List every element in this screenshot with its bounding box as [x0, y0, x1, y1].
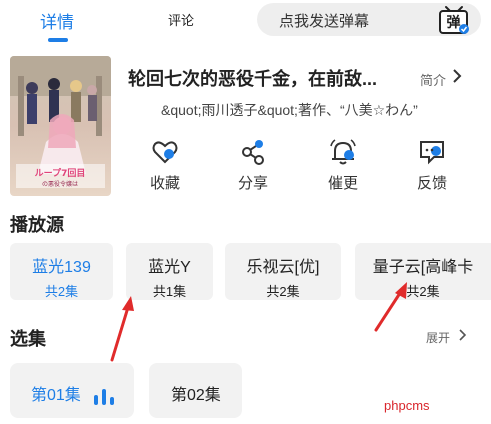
episodes-section-title: 选集 — [10, 329, 46, 349]
expand-link[interactable]: 展开 — [426, 329, 450, 346]
chevron-right-icon[interactable] — [451, 68, 463, 84]
favorite-label: 收藏 — [149, 175, 180, 192]
feedback-label: 反馈 — [416, 175, 447, 192]
feedback-button[interactable]: 反馈 — [402, 138, 462, 193]
source-count: 共1集 — [152, 284, 187, 299]
source-section-title: 播放源 — [10, 215, 64, 235]
source-name: 蓝光Y — [148, 259, 191, 276]
episode-button[interactable]: 第02集 — [149, 363, 242, 418]
source-option-lanGuangY[interactable]: 蓝光Y 共1集 — [126, 243, 213, 300]
poster-text-bottom: の悪役令嬢は — [42, 180, 78, 188]
episode-label: 第01集 — [31, 387, 81, 404]
source-option-lanGuang139[interactable]: 蓝光139 共2集 — [10, 243, 113, 300]
remind-update-button[interactable]: 催更 — [313, 138, 373, 193]
share-icon — [242, 140, 264, 165]
danmu-placeholder: 点我发送弹幕 — [279, 13, 370, 30]
share-label: 分享 — [237, 175, 268, 192]
tab-comment[interactable]: 评论 — [168, 10, 194, 29]
source-name: 乐视云[优] — [246, 259, 320, 276]
danmu-icon-char: 弹 — [447, 14, 461, 31]
source-count: 共2集 — [44, 284, 79, 299]
active-tab-indicator — [48, 38, 68, 42]
remind-update-label: 催更 — [327, 175, 358, 192]
intro-link[interactable]: 简介 — [420, 70, 446, 89]
chevron-right-icon[interactable] — [458, 327, 468, 343]
tab-detail[interactable]: 详情 — [40, 8, 74, 33]
favorite-heart-icon — [152, 141, 178, 164]
source-count: 共2集 — [266, 284, 300, 299]
watermark-text: phpcms — [384, 398, 430, 413]
playing-bars-icon — [94, 389, 114, 405]
feedback-icon — [420, 141, 444, 165]
source-name: 蓝光139 — [32, 259, 91, 276]
authors-text: &quot;雨川透子&quot;著作、“八美☆わん” — [161, 102, 418, 118]
annotation-arrow — [110, 296, 134, 362]
bell-icon — [330, 139, 356, 165]
top-tab-bar: 详情 评论 点我发送弹幕 弹 — [0, 0, 491, 44]
episode-button[interactable]: 第01集 — [10, 363, 134, 418]
source-option-leshiyun[interactable]: 乐视云[优] 共2集 — [225, 243, 341, 300]
episode-label: 第02集 — [171, 387, 221, 404]
source-option-liangziyun[interactable]: 量子云[高峰卡 共2集 — [355, 243, 491, 300]
favorite-button[interactable]: 收藏 — [135, 138, 195, 193]
danmu-input[interactable]: 点我发送弹幕 弹 — [257, 3, 481, 36]
show-title: 轮回七次的恶役千金，在前敌... — [128, 69, 378, 89]
source-name: 量子云[高峰卡 — [372, 259, 474, 276]
share-button[interactable]: 分享 — [223, 138, 283, 193]
danmu-toggle-icon[interactable]: 弹 — [437, 4, 471, 36]
poster-text-top: ループ7回目 — [35, 167, 86, 179]
poster-image[interactable]: ループ7回目 の悪役令嬢は — [10, 56, 111, 196]
source-count: 共2集 — [406, 284, 440, 299]
